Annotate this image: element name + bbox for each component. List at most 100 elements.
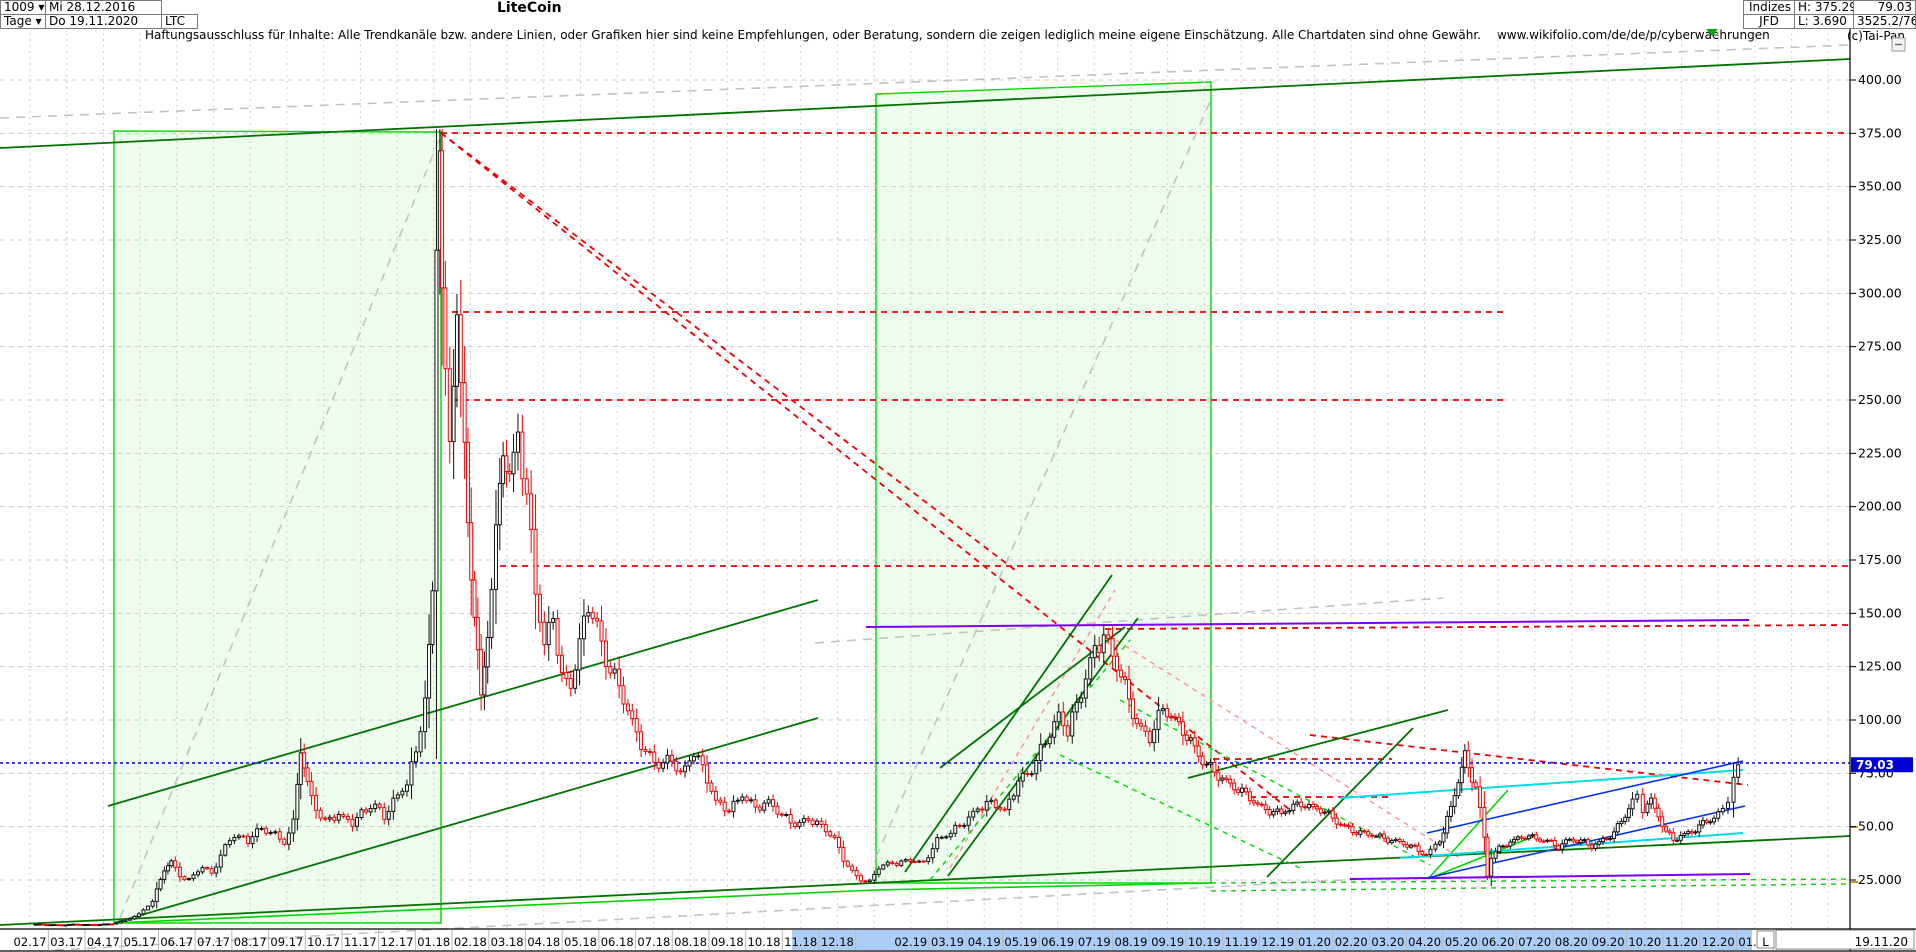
date-axis-label: 02.17 <box>14 935 47 949</box>
axis-price-label: 150.00 <box>1858 605 1902 620</box>
candle-body <box>1268 810 1271 815</box>
candle-body <box>1398 839 1401 841</box>
taipan-chart-window: 1009 ▼ Mi 28.12.2016 Tage ▼ Do 19.11.202… <box>0 0 1916 952</box>
candle-body <box>1170 717 1173 718</box>
date-axis-label: 07.17 <box>197 935 230 949</box>
candle-body <box>1107 635 1110 639</box>
candle-body <box>530 494 533 530</box>
candle-body <box>640 732 643 750</box>
date-axis-label: 10.19 <box>1188 935 1221 949</box>
axis-price-label: 25.000 <box>1858 872 1902 887</box>
candle-body <box>1012 796 1015 799</box>
date-axis-label: 11.19 <box>1225 935 1258 949</box>
candle-body <box>1509 842 1512 846</box>
date-axis-label: 11.17 <box>344 935 377 949</box>
candle-body <box>1331 811 1334 818</box>
candle-body <box>860 876 863 881</box>
candle-body <box>1089 658 1092 679</box>
candle-body <box>732 801 735 811</box>
candle-body <box>1467 751 1470 768</box>
candle-body <box>1698 825 1701 832</box>
candle-body <box>838 838 841 848</box>
candle-body <box>1030 774 1033 775</box>
blue-channel-line <box>1427 761 1743 833</box>
blue-channel-line <box>1427 806 1745 878</box>
candle-body <box>949 833 952 836</box>
candle-body <box>1457 783 1460 796</box>
candle-body <box>868 880 871 881</box>
candle-body <box>913 861 916 862</box>
candle-body <box>1701 821 1704 825</box>
candle-body <box>1641 794 1644 812</box>
candle-body <box>486 637 489 666</box>
candle-body <box>758 807 761 810</box>
candle-body <box>1066 726 1069 736</box>
bright-green-support-line <box>876 883 1211 890</box>
candle-body <box>1479 787 1482 807</box>
candle-body <box>706 765 709 783</box>
candle-body <box>723 802 726 811</box>
candle-body <box>102 924 105 925</box>
candle-body <box>1157 710 1160 729</box>
candle-body <box>1679 835 1682 840</box>
candle-body <box>1550 840 1553 841</box>
candle-body <box>369 809 372 812</box>
candle-body <box>679 771 682 772</box>
candle-body <box>1498 846 1501 852</box>
candle-body <box>1189 738 1192 741</box>
candle-body <box>1185 735 1188 740</box>
candle-body <box>714 791 717 800</box>
candle-body <box>666 755 669 763</box>
candle-body <box>174 861 177 867</box>
candle-body <box>958 825 961 826</box>
candle-body <box>512 452 515 474</box>
candle-body <box>49 925 52 926</box>
candle-body <box>147 906 150 910</box>
candle-body <box>653 752 656 762</box>
candle-body <box>1627 809 1630 818</box>
candle-body <box>72 924 75 925</box>
candle-body <box>473 580 476 617</box>
candle-body <box>360 810 363 818</box>
candle-body <box>90 924 93 925</box>
candle-body <box>435 250 438 591</box>
candle-body <box>98 925 101 926</box>
last-date-label: 19.11.20 <box>1855 935 1908 949</box>
candle-body <box>1237 790 1240 793</box>
candle-body <box>1375 836 1378 837</box>
candle-body <box>187 879 190 880</box>
candle-body <box>574 670 577 688</box>
red-resistance-dash-line <box>1310 735 1748 785</box>
candle-body <box>1434 844 1437 849</box>
candle-body <box>1520 837 1523 838</box>
candle-body <box>1683 834 1686 836</box>
date-axis-label: 12.19 <box>1261 935 1294 949</box>
candle-body <box>1417 846 1420 852</box>
candle-body <box>1709 822 1712 823</box>
candle-body <box>1676 840 1679 841</box>
candle-body <box>1062 712 1065 726</box>
candle-body <box>210 869 213 873</box>
candle-body <box>1351 827 1354 833</box>
axis-price-label: 325.00 <box>1858 232 1902 247</box>
candle-body <box>922 861 925 862</box>
candle-body <box>490 589 493 637</box>
candle-body <box>34 924 37 925</box>
candle-body <box>1174 717 1177 718</box>
candle-body <box>303 753 306 768</box>
axis-price-label: 400.00 <box>1858 72 1902 87</box>
candle-body <box>508 471 511 473</box>
candle-body <box>79 924 82 925</box>
candle-body <box>1542 841 1545 842</box>
candle-body <box>1579 840 1582 843</box>
candle-body <box>183 877 186 880</box>
candle-body <box>459 315 462 383</box>
price-chart-canvas[interactable]: 400.00375.00350.00325.00300.00275.00250.… <box>0 0 1916 952</box>
candle-body <box>1039 744 1042 760</box>
candle-body <box>909 860 912 862</box>
candle-body <box>251 837 254 844</box>
candle-body <box>591 613 594 619</box>
candle-body <box>1494 852 1497 859</box>
date-axis-label: 07.20 <box>1518 935 1551 949</box>
candle-body <box>242 836 245 837</box>
